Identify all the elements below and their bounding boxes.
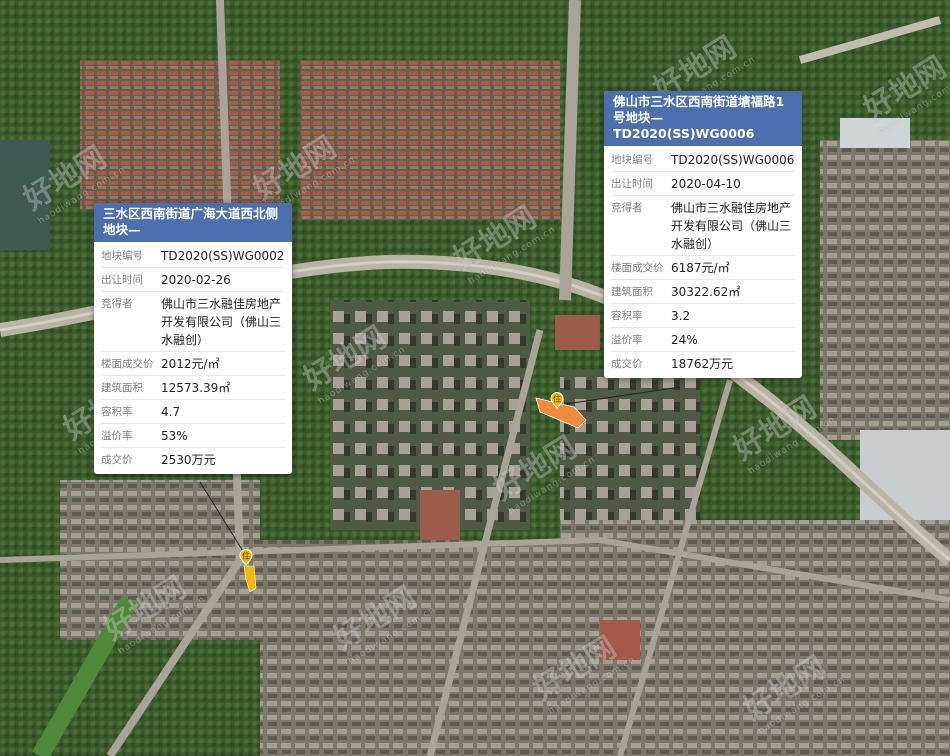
parcel-row-floor-price: 楼面成交价 6187元/㎡	[611, 256, 795, 280]
row-key: 出让时间	[611, 177, 653, 190]
parcel-row-premium: 溢价率 24%	[611, 328, 795, 352]
parcel-info-card[interactable]: 佛山市三水区西南街道塘福路1号地块—TD2020(SS)WG0006 地块编号 T…	[604, 91, 802, 378]
village-area	[80, 60, 280, 210]
factory-roof	[840, 118, 910, 148]
sports-field	[600, 620, 640, 660]
urban-blocks	[260, 540, 560, 756]
parcel-row-id: 地块编号 TD2020(SS)WG0006	[611, 148, 795, 172]
parcel-row-area: 建筑面积 12573.39㎡	[101, 376, 285, 400]
row-key: 地块编号	[101, 249, 143, 262]
row-value: 53%	[161, 428, 188, 443]
row-value: TD2020(SS)WG0002	[161, 248, 285, 263]
parcel-row-date: 出让时间 2020-04-10	[611, 172, 795, 196]
row-key: 溢价率	[611, 333, 643, 346]
row-value: 24%	[671, 332, 698, 347]
row-key: 容积率	[101, 405, 133, 418]
parcel-row-price: 成交价 2530万元	[101, 448, 285, 471]
parcel-info-card[interactable]: 三水区西南街道广海大道西北侧地块— 地块编号 TD2020(SS)WG0002 出…	[94, 203, 292, 474]
village-area	[300, 60, 560, 220]
row-key: 地块编号	[611, 153, 653, 166]
row-key: 竞得者	[611, 201, 643, 214]
row-value: 2020-04-10	[671, 176, 741, 191]
parcel-title: 三水区西南街道广海大道西北侧地块—	[94, 203, 292, 242]
row-value: 4.7	[161, 404, 181, 419]
row-value: TD2020(SS)WG0006	[671, 152, 795, 167]
row-key: 楼面成交价	[101, 357, 154, 370]
row-value: 30322.62㎡	[671, 284, 741, 299]
row-key: 楼面成交价	[611, 261, 664, 274]
parcel-row-date: 出让时间 2020-02-26	[101, 268, 285, 292]
parcel-title: 佛山市三水区西南街道塘福路1号地块—TD2020(SS)WG0006	[604, 91, 802, 146]
row-value: 2012元/㎡	[161, 356, 220, 371]
row-value: 佛山市三水融佳房地产开发有限公司（佛山三水融创）	[671, 200, 792, 251]
parcel-row-plot-ratio: 容积率 4.7	[101, 400, 285, 424]
parcel-row-premium: 溢价率 53%	[101, 424, 285, 448]
row-key: 建筑面积	[101, 381, 143, 394]
sports-field	[555, 315, 600, 350]
factory-roof	[860, 430, 950, 520]
row-key: 成交价	[101, 453, 133, 466]
row-value: 18762万元	[671, 356, 734, 371]
row-value: 佛山市三水融佳房地产开发有限公司（佛山三水融创）	[161, 296, 282, 347]
sports-field	[420, 490, 460, 540]
parcel-row-id: 地块编号 TD2020(SS)WG0002	[101, 244, 285, 268]
row-key: 出让时间	[101, 273, 143, 286]
pin-label: 住	[242, 551, 250, 561]
row-key: 建筑面积	[611, 285, 653, 298]
row-key: 容积率	[611, 309, 643, 322]
residential-pin-icon[interactable]: 住	[550, 392, 564, 409]
parcel-row-price: 成交价 18762万元	[611, 352, 795, 375]
pin-label: 住	[553, 394, 561, 404]
parcel-row-floor-price: 楼面成交价 2012元/㎡	[101, 352, 285, 376]
pond	[0, 140, 50, 250]
row-value: 2530万元	[161, 452, 216, 467]
row-value: 12573.39㎡	[161, 380, 231, 395]
residential-pin-icon[interactable]: 住	[239, 549, 253, 566]
parcel-row-area: 建筑面积 30322.62㎡	[611, 280, 795, 304]
row-value: 6187元/㎡	[671, 260, 730, 275]
row-key: 成交价	[611, 357, 643, 370]
parcel-row-plot-ratio: 容积率 3.2	[611, 304, 795, 328]
industrial-area	[820, 140, 950, 440]
row-key: 溢价率	[101, 429, 133, 442]
parcel-row-winner: 竞得者 佛山市三水融佳房地产开发有限公司（佛山三水融创）	[611, 196, 795, 256]
row-value: 2020-02-26	[161, 272, 231, 287]
row-value: 3.2	[671, 308, 691, 323]
parcel-row-winner: 竞得者 佛山市三水融佳房地产开发有限公司（佛山三水融创）	[101, 292, 285, 352]
row-key: 竞得者	[101, 297, 133, 310]
